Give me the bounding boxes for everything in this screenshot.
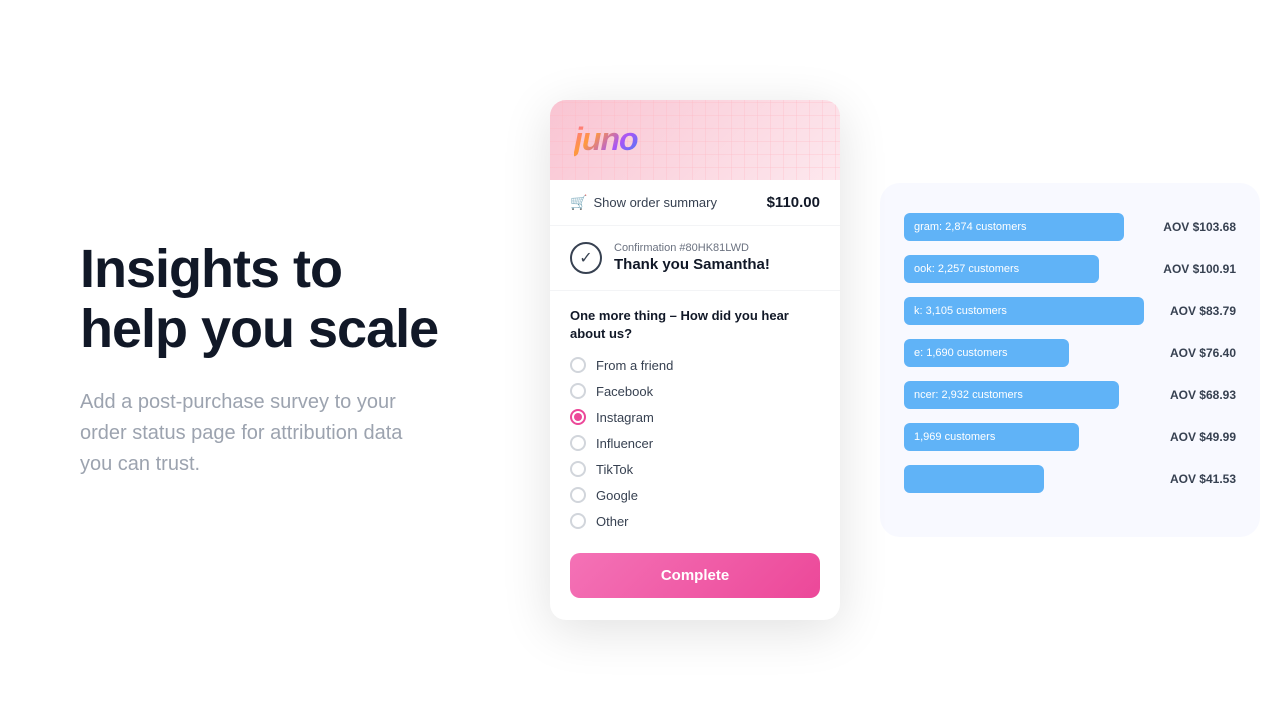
analytics-bar — [904, 465, 1044, 493]
cart-icon: 🛒 — [570, 194, 587, 211]
order-summary-bar: 🛒 Show order summary $110.00 — [550, 180, 840, 226]
aov-label: AOV $103.68 — [1156, 220, 1236, 234]
survey-option-from-friend[interactable]: From a friend — [570, 357, 820, 373]
analytics-row: k: 3,105 customers AOV $83.79 — [904, 297, 1236, 325]
radio-instagram — [570, 409, 586, 425]
survey-option-facebook[interactable]: Facebook — [570, 383, 820, 399]
complete-button[interactable]: Complete — [570, 553, 820, 598]
analytics-row: ook: 2,257 customers AOV $100.91 — [904, 255, 1236, 283]
aov-label: AOV $83.79 — [1156, 304, 1236, 318]
analytics-row: gram: 2,874 customers AOV $103.68 — [904, 213, 1236, 241]
option-label-influencer: Influencer — [596, 436, 653, 451]
confirmation-info: Confirmation #80HK81LWD Thank you Samant… — [614, 242, 770, 273]
thank-you-section: ✓ Confirmation #80HK81LWD Thank you Sama… — [550, 226, 840, 291]
bar-label: ook: 2,257 customers — [914, 263, 1019, 275]
option-label-facebook: Facebook — [596, 384, 653, 399]
aov-label: AOV $41.53 — [1156, 472, 1236, 486]
left-section: Insights to help you scale Add a post-pu… — [0, 180, 520, 540]
order-summary-left: 🛒 Show order summary — [570, 194, 717, 211]
survey-option-tiktok[interactable]: TikTok — [570, 461, 820, 477]
survey-section: One more thing – How did you hear about … — [550, 291, 840, 620]
right-section: gram: 2,874 customers AOV $103.68 ook: 2,2… — [520, 0, 1280, 720]
analytics-row: 1,969 customers AOV $49.99 — [904, 423, 1236, 451]
radio-from-friend — [570, 357, 586, 373]
analytics-row: e: 1,690 customers AOV $76.40 — [904, 339, 1236, 367]
bar-label: 1,969 customers — [914, 431, 995, 443]
option-label-from-friend: From a friend — [596, 358, 673, 373]
aov-label: AOV $49.99 — [1156, 430, 1236, 444]
bar-label: e: 1,690 customers — [914, 347, 1008, 359]
analytics-bar: 1,969 customers — [904, 423, 1079, 451]
checkmark: ✓ — [579, 248, 592, 268]
radio-facebook — [570, 383, 586, 399]
check-circle-icon: ✓ — [570, 242, 602, 274]
survey-option-google[interactable]: Google — [570, 487, 820, 503]
survey-question: One more thing – How did you hear about … — [570, 307, 820, 343]
radio-google — [570, 487, 586, 503]
bar-label: k: 3,105 customers — [914, 305, 1007, 317]
analytics-row: AOV $41.53 — [904, 465, 1236, 493]
option-label-instagram: Instagram — [596, 410, 654, 425]
survey-option-instagram[interactable]: Instagram — [570, 409, 820, 425]
radio-influencer — [570, 435, 586, 451]
analytics-bar: ncer: 2,932 customers — [904, 381, 1119, 409]
analytics-row: ncer: 2,932 customers AOV $68.93 — [904, 381, 1236, 409]
analytics-card: gram: 2,874 customers AOV $103.68 ook: 2,2… — [880, 183, 1260, 537]
card-header: juno — [550, 100, 840, 180]
survey-option-other[interactable]: Other — [570, 513, 820, 529]
order-card: juno 🛒 Show order summary $110.00 ✓ Conf… — [550, 100, 840, 620]
aov-label: AOV $100.91 — [1156, 262, 1236, 276]
option-label-other: Other — [596, 514, 629, 529]
confirmation-number: Confirmation #80HK81LWD — [614, 242, 770, 254]
aov-label: AOV $76.40 — [1156, 346, 1236, 360]
bar-label: ncer: 2,932 customers — [914, 389, 1023, 401]
order-summary-label[interactable]: Show order summary — [593, 195, 717, 210]
juno-logo: juno — [574, 121, 638, 158]
headline: Insights to help you scale — [80, 240, 440, 359]
analytics-bar: ook: 2,257 customers — [904, 255, 1099, 283]
analytics-bar: e: 1,690 customers — [904, 339, 1069, 367]
aov-label: AOV $68.93 — [1156, 388, 1236, 402]
radio-other — [570, 513, 586, 529]
analytics-bar: k: 3,105 customers — [904, 297, 1144, 325]
subtext: Add a post-purchase survey to your order… — [80, 387, 440, 480]
option-label-google: Google — [596, 488, 638, 503]
survey-option-influencer[interactable]: Influencer — [570, 435, 820, 451]
bar-label: gram: 2,874 customers — [914, 221, 1027, 233]
thank-you-message: Thank you Samantha! — [614, 256, 770, 273]
option-label-tiktok: TikTok — [596, 462, 633, 477]
order-amount: $110.00 — [767, 194, 820, 211]
analytics-bar: gram: 2,874 customers — [904, 213, 1124, 241]
radio-tiktok — [570, 461, 586, 477]
survey-options: From a friend Facebook Instagram Influencer… — [570, 357, 820, 529]
